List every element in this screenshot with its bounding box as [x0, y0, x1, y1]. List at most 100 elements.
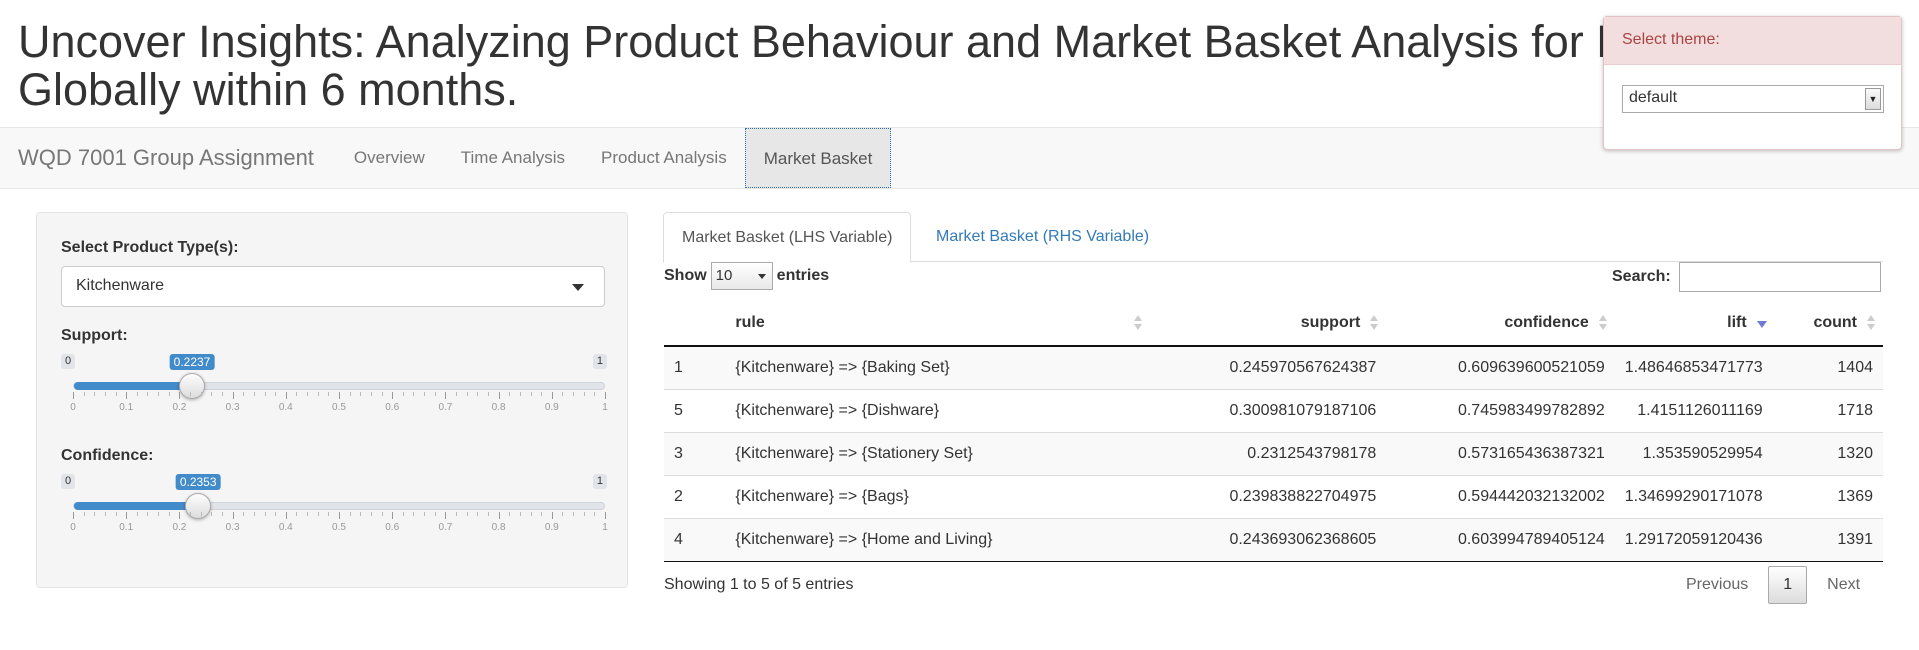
slider-tick — [370, 512, 372, 516]
slider-tick — [136, 512, 138, 516]
slider-tick — [328, 392, 330, 396]
slider-tick-label: 0.1 — [119, 522, 134, 533]
cell-index: 5 — [664, 388, 726, 432]
cell-confidence: 0.609639600521059 — [1386, 345, 1615, 389]
sort-descending-icon — [1756, 315, 1767, 331]
confidence-value-badge: 0.2353 — [175, 474, 221, 490]
caret-down-icon — [572, 284, 584, 291]
slider-tick — [232, 512, 234, 519]
show-label: Show — [664, 267, 707, 284]
nav-tab-market-basket[interactable]: Market Basket — [744, 128, 892, 188]
sort-icon — [1133, 315, 1142, 331]
slider-tick-label: 0 — [70, 522, 76, 533]
previous-page-button[interactable]: Previous — [1670, 567, 1764, 603]
slider-tick — [498, 512, 500, 519]
next-page-button[interactable]: Next — [1811, 567, 1876, 603]
cell-support: 0.245970567624387 — [1149, 345, 1387, 389]
slider-tick-label: 0.2 — [172, 402, 187, 413]
slider-tick — [73, 512, 74, 519]
slider-tick — [424, 512, 426, 516]
slider-tick — [158, 392, 160, 396]
nav-tab-overview[interactable]: Overview — [336, 128, 443, 188]
confidence-min-label: 0 — [61, 474, 76, 489]
nav-tab-product-analysis[interactable]: Product Analysis — [583, 128, 745, 188]
slider-tick — [530, 512, 532, 516]
slider-tick — [573, 512, 575, 516]
column-header-lift-label: lift — [1727, 313, 1747, 331]
slider-tick — [413, 392, 415, 396]
column-header-confidence[interactable]: confidence — [1386, 300, 1615, 347]
slider-tick — [211, 512, 213, 516]
table-row[interactable]: 2 {Kitchenware} => {Bags} 0.239838822704… — [664, 474, 1883, 518]
cell-confidence: 0.603994789405124 — [1386, 517, 1615, 562]
column-header-count[interactable]: count — [1772, 300, 1883, 347]
slider-tick-label: 1 — [602, 402, 608, 413]
slider-tick-label: 1 — [602, 522, 608, 533]
confidence-slider-ticks: 0 0.1 0.2 0.3 0.4 0.5 0.6 0.7 0.8 0.9 1 — [70, 512, 608, 534]
column-header-lift[interactable]: lift — [1614, 300, 1773, 347]
slider-tick — [179, 512, 181, 519]
table-row[interactable]: 1 {Kitchenware} => {Baking Set} 0.245970… — [664, 345, 1883, 389]
slider-tick-label: 0.4 — [278, 402, 293, 413]
support-slider-track[interactable] — [73, 382, 605, 390]
column-header-support-label: support — [1300, 313, 1361, 331]
cell-index: 2 — [664, 474, 726, 518]
slider-tick — [360, 512, 362, 516]
slider-tick — [562, 512, 564, 516]
tab-lhs-variable[interactable]: Market Basket (LHS Variable) — [663, 212, 912, 263]
slider-tick — [264, 512, 266, 516]
dropdown-arrow-icon[interactable]: ▼ — [1865, 88, 1881, 110]
slider-tick — [530, 392, 532, 396]
slider-tick — [573, 392, 575, 396]
entries-label: entries — [776, 267, 830, 284]
slider-tick — [360, 392, 362, 396]
cell-confidence: 0.745983499782892 — [1386, 388, 1615, 432]
navbar-brand[interactable]: WQD 7001 Group Assignment — [0, 145, 332, 171]
column-header-support[interactable]: support — [1149, 300, 1387, 347]
slider-tick — [594, 392, 596, 396]
product-type-select[interactable]: Kitchenware — [61, 266, 605, 307]
column-header-rule[interactable]: rule — [725, 300, 1150, 347]
column-header-rule-label: rule — [735, 313, 765, 331]
page-1-button[interactable]: 1 — [1768, 566, 1808, 604]
slider-tick — [392, 392, 394, 399]
slider-tick — [275, 512, 277, 516]
entries-select[interactable]: 10 — [710, 262, 773, 290]
support-max-label: 1 — [592, 354, 607, 369]
slider-tick-label: 0.6 — [385, 522, 400, 533]
slider-tick — [104, 392, 106, 396]
slider-tick-label: 0.7 — [438, 522, 453, 533]
slider-tick — [551, 392, 553, 399]
table-row[interactable]: 5 {Kitchenware} => {Dishware} 0.30098107… — [664, 388, 1883, 432]
slider-tick — [370, 392, 372, 396]
tab-rhs-variable[interactable]: Market Basket (RHS Variable) — [918, 212, 1167, 263]
cell-lift: 1.34699290171078 — [1614, 474, 1773, 518]
cell-support: 0.300981079187106 — [1149, 388, 1387, 432]
search-input[interactable] — [1678, 262, 1881, 292]
slider-tick — [115, 392, 117, 396]
slider-tick — [253, 392, 255, 396]
confidence-slider[interactable]: 0 1 0.2353 0 0.1 0.2 0.3 0.4 0.5 0.6 0.7 0.8 0.9 1 — [61, 474, 608, 544]
nav-tab-time-analysis[interactable]: Time Analysis — [443, 128, 583, 188]
page-title-line-1: Uncover Insights: Analyzing Product Beha… — [18, 16, 1667, 67]
cell-confidence: 0.573165436387321 — [1386, 431, 1615, 475]
table-row[interactable]: 4 {Kitchenware} => {Home and Living} 0.2… — [664, 517, 1883, 562]
cell-support: 0.239838822704975 — [1149, 474, 1387, 518]
slider-tick-label: 0.1 — [119, 402, 134, 413]
slider-tick-label: 0.3 — [225, 522, 240, 533]
support-slider[interactable]: 0 1 0.2237 0 0.1 0.2 0.3 0.4 0.5 0.6 0.7 0.8 0.9 1 — [61, 354, 608, 424]
table-info: Showing 1 to 5 of 5 entries — [664, 576, 854, 593]
cell-index: 3 — [664, 431, 726, 475]
slider-tick — [83, 392, 85, 396]
slider-tick — [147, 392, 149, 396]
slider-tick — [307, 392, 309, 396]
slider-tick — [349, 392, 351, 396]
cell-lift: 1.353590529954 — [1614, 431, 1773, 475]
table-row[interactable]: 3 {Kitchenware} => {Stationery Set} 0.23… — [664, 431, 1883, 475]
slider-tick — [190, 392, 192, 396]
pagination: Previous 1 Next — [1670, 566, 1876, 604]
slider-tick — [94, 512, 96, 516]
slider-tick — [519, 392, 521, 396]
confidence-slider-track[interactable] — [73, 502, 605, 510]
theme-select[interactable]: default ▼ — [1622, 85, 1884, 113]
